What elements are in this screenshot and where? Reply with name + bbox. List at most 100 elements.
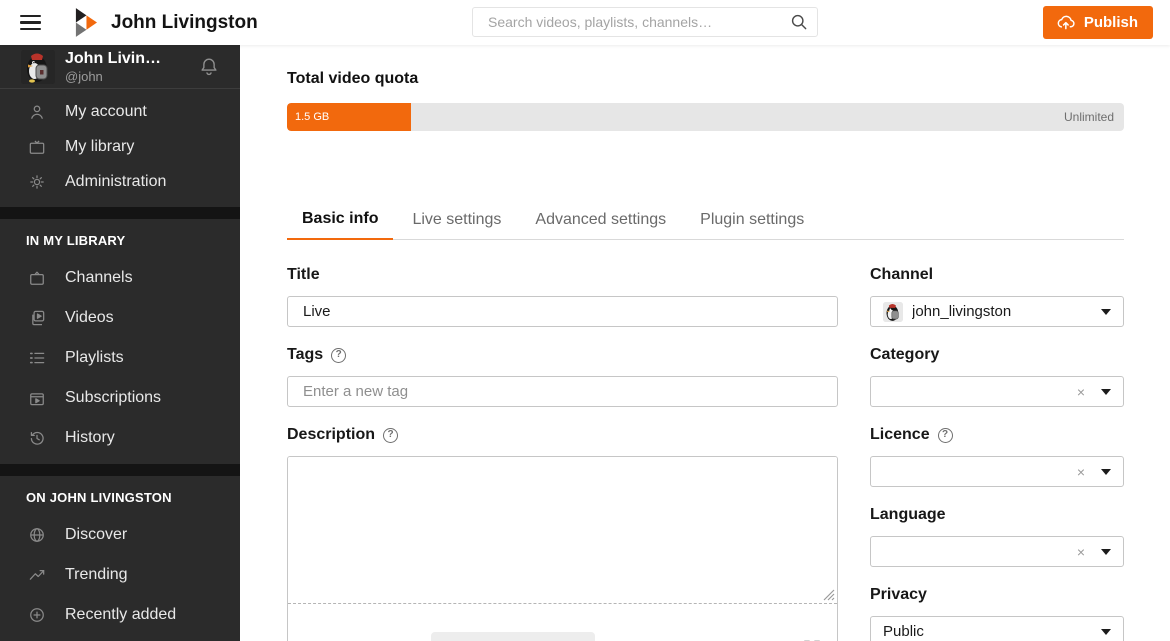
language-label: Language	[870, 506, 946, 523]
title-label: Title	[287, 266, 320, 283]
basic-info-form: Title Tags Description	[287, 266, 1124, 641]
title-input[interactable]	[287, 296, 838, 327]
licence-help-icon[interactable]	[937, 427, 953, 443]
channel-select[interactable]: john_livingston	[870, 296, 1124, 327]
sidebar-instance-section: ON JOHN LIVINGSTON Discover Trending Rec…	[0, 476, 240, 641]
privacy-value: Public	[883, 623, 924, 640]
quota-progress-fill: 1.5 GB	[287, 103, 411, 131]
sidebar-item-label: Videos	[65, 309, 114, 326]
plus-circle-icon	[27, 605, 47, 625]
sidebar-item-label: Playlists	[65, 349, 124, 366]
language-group: Language	[870, 506, 1124, 567]
sidebar-item-subscriptions[interactable]: Subscriptions	[0, 378, 240, 418]
chevron-down-icon	[1101, 308, 1111, 315]
tv-antenna-icon	[27, 268, 47, 288]
clear-icon[interactable]	[1077, 465, 1085, 479]
sidebar-item-recently-added[interactable]: Recently added	[0, 595, 240, 635]
tab-basic-info[interactable]: Basic info	[287, 203, 394, 240]
search-input[interactable]	[472, 7, 818, 37]
sidebar-divider	[0, 207, 240, 219]
complete-preview-button[interactable]: Complete preview	[611, 632, 771, 641]
tv-icon	[27, 137, 47, 157]
instance-title[interactable]: John Livingston	[111, 12, 258, 34]
history-clock-icon	[27, 428, 47, 448]
description-group: Description Tr	[287, 426, 838, 641]
tags-group: Tags	[287, 346, 838, 407]
sidebar-item-discover[interactable]: Discover	[0, 515, 240, 555]
main-content: Total video quota 1.5 GB Unlimited Basic…	[240, 45, 1170, 641]
sidebar-item-label: History	[65, 429, 115, 446]
description-editor: Truncated preview Complete preview	[287, 456, 838, 641]
sidebar: John Livingston @john My account	[0, 45, 240, 641]
menu-toggle-button[interactable]	[20, 11, 44, 35]
tags-help-icon[interactable]	[331, 347, 347, 363]
title-group: Title	[287, 266, 838, 327]
quota-progress-bar: 1.5 GB Unlimited	[287, 103, 1124, 131]
sidebar-item-label: My account	[65, 102, 147, 120]
notifications-bell-icon[interactable]	[198, 54, 220, 80]
licence-group: Licence	[870, 426, 1124, 487]
description-textarea[interactable]	[288, 457, 837, 603]
peertube-logo-icon[interactable]	[74, 8, 97, 37]
privacy-group: Privacy Public	[870, 586, 1124, 641]
sidebar-item-history[interactable]: History	[0, 418, 240, 458]
category-label: Category	[870, 346, 940, 363]
sidebar-item-label: Subscriptions	[65, 389, 162, 406]
section-title: IN MY LIBRARY	[26, 233, 126, 248]
sidebar-item-trending[interactable]: Trending	[0, 555, 240, 595]
publish-button-label: Publish	[1083, 14, 1138, 31]
subscriptions-icon	[27, 388, 47, 408]
description-label: Description	[287, 426, 376, 443]
sidebar-item-label: Discover	[65, 526, 128, 543]
form-left-column: Title Tags Description	[287, 266, 838, 641]
settings-tabs: Basic info Live settings Advanced settin…	[287, 203, 1124, 240]
truncated-preview-button[interactable]: Truncated preview	[430, 632, 595, 641]
sidebar-divider	[0, 464, 240, 476]
sidebar-item-my-library[interactable]: My library	[0, 129, 240, 164]
sidebar-item-videos[interactable]: Videos	[0, 298, 240, 338]
resize-handle-icon[interactable]	[822, 588, 835, 601]
language-select[interactable]	[870, 536, 1124, 567]
search-container	[472, 7, 818, 37]
tab-advanced-settings[interactable]: Advanced settings	[520, 203, 681, 240]
quota-title: Total video quota	[287, 70, 419, 87]
privacy-label: Privacy	[870, 586, 927, 603]
quota-used-label: 1.5 GB	[295, 111, 330, 123]
chevron-down-icon	[1101, 628, 1111, 635]
chevron-down-icon	[1101, 548, 1111, 555]
sidebar-item-label: Channels	[65, 269, 133, 286]
licence-select[interactable]	[870, 456, 1124, 487]
sidebar-item-playlists[interactable]: Playlists	[0, 338, 240, 378]
clear-icon[interactable]	[1077, 545, 1085, 559]
sidebar-item-label: Recently added	[65, 606, 177, 623]
channel-avatar	[883, 301, 903, 322]
tab-plugin-settings[interactable]: Plugin settings	[685, 203, 819, 240]
video-stack-icon	[27, 308, 47, 328]
publish-button[interactable]: Publish	[1042, 6, 1153, 39]
tags-input[interactable]	[287, 376, 838, 407]
category-select[interactable]	[870, 376, 1124, 407]
user-avatar[interactable]	[21, 49, 55, 84]
sidebar-item-administration[interactable]: Administration	[0, 164, 240, 199]
search-icon[interactable]	[789, 12, 809, 32]
privacy-select[interactable]: Public	[870, 616, 1124, 641]
globe-icon	[27, 525, 47, 545]
gear-icon	[27, 172, 47, 192]
sidebar-library-section: IN MY LIBRARY Channels Videos Playlists …	[0, 219, 240, 464]
trending-up-icon	[27, 565, 47, 585]
playlist-icon	[27, 348, 47, 368]
tags-label: Tags	[287, 346, 324, 363]
sidebar-item-label: My library	[65, 137, 135, 155]
clear-icon[interactable]	[1077, 385, 1085, 399]
sidebar-item-label: Administration	[65, 172, 167, 190]
sidebar-item-my-account[interactable]: My account	[0, 94, 240, 129]
category-group: Category	[870, 346, 1124, 407]
tab-live-settings[interactable]: Live settings	[397, 203, 516, 240]
description-help-icon[interactable]	[383, 427, 399, 443]
quota-total-label: Unlimited	[1063, 110, 1114, 124]
user-handle: @john	[65, 68, 103, 84]
peertube-app: John Livingston Publish	[0, 0, 1170, 641]
user-name[interactable]: John Livingston	[65, 50, 169, 68]
sidebar-item-channels[interactable]: Channels	[0, 258, 240, 298]
description-preview-controls: Truncated preview Complete preview	[288, 604, 837, 641]
